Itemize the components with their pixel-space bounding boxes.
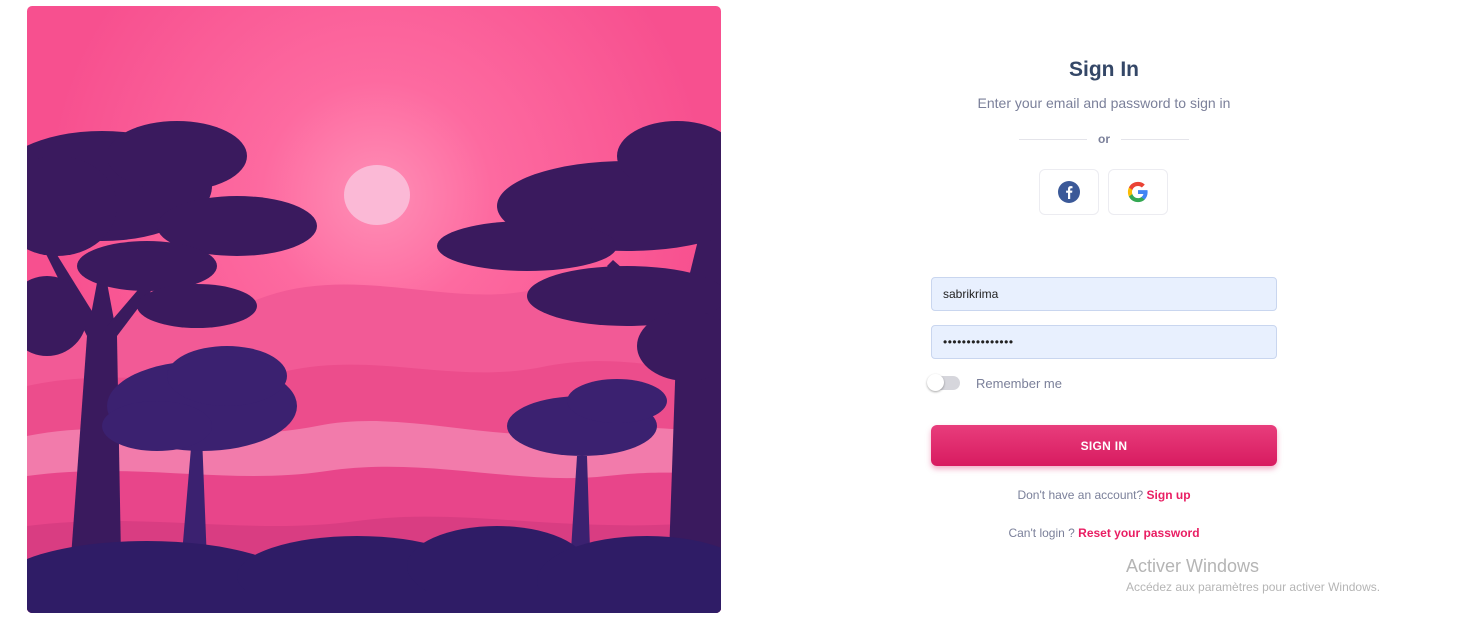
page-subtitle: Enter your email and password to sign in (977, 95, 1231, 111)
sign-up-link[interactable]: Sign up (1147, 488, 1191, 502)
reset-prompt-text: Can't login ? (1008, 526, 1075, 540)
reset-prompt: Can't login ? Reset your password (904, 526, 1304, 540)
sunset-landscape-image (27, 6, 721, 613)
toggle-knob (927, 374, 944, 391)
reset-password-link[interactable]: Reset your password (1078, 526, 1199, 540)
signup-prompt-text: Don't have an account? (1017, 488, 1144, 502)
google-login-button[interactable] (1108, 169, 1168, 215)
username-input[interactable] (931, 277, 1277, 311)
signup-prompt: Don't have an account? Sign up (904, 488, 1304, 502)
watermark-title: Activer Windows (1126, 556, 1260, 576)
sign-in-button[interactable]: SIGN IN (931, 425, 1277, 466)
remember-me-label[interactable]: Remember me (976, 376, 1062, 391)
or-divider: or (1019, 131, 1189, 147)
page-title: Sign In (1069, 58, 1139, 81)
facebook-icon (1058, 181, 1080, 203)
watermark-subtitle: Accédez aux paramètres pour activer Wind… (1126, 580, 1381, 594)
google-icon (1127, 181, 1148, 203)
hero-illustration (27, 6, 721, 613)
windows-activation-watermark: Activer Windows Accédez aux paramètres p… (1126, 556, 1380, 594)
facebook-login-button[interactable] (1039, 169, 1099, 215)
remember-me-row: Remember me (927, 373, 1062, 393)
remember-me-toggle[interactable] (927, 374, 960, 391)
password-input[interactable] (931, 325, 1277, 359)
divider-line-right (1121, 139, 1189, 140)
